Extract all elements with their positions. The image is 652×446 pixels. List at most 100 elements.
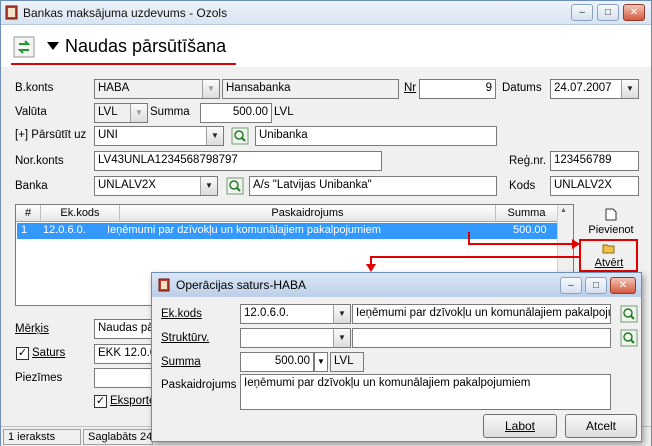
- red-arrow-line: [468, 243, 576, 245]
- column-header[interactable]: Summa: [496, 205, 558, 222]
- page-title: Naudas pārsūtīšana: [65, 36, 227, 56]
- dialog-ekkods-name-field: Ieņēmumi par dzīvokļu un komunālajiem pa…: [352, 304, 611, 324]
- app-book-icon: [158, 278, 170, 292]
- summa-field[interactable]: 500.00: [200, 103, 272, 123]
- search-icon[interactable]: [620, 305, 638, 323]
- minimize-button[interactable]: –: [571, 4, 593, 21]
- dialog-maximize-button[interactable]: □: [585, 277, 607, 294]
- eksports-checkbox[interactable]: ✓: [94, 395, 107, 408]
- merkis-label: Mērķis: [15, 323, 49, 335]
- atvert-label: Atvērt: [594, 257, 624, 269]
- atcelt-label: Atcelt: [585, 419, 616, 433]
- dialog-summa-label: Summa: [161, 356, 201, 368]
- pievienot-button[interactable]: Pievienot: [581, 208, 641, 240]
- app-book-icon: [5, 5, 18, 20]
- banka-code-value: UNLALV2X: [98, 179, 156, 191]
- dialog-strukturv-field[interactable]: ▼: [240, 328, 351, 348]
- parsutit-label[interactable]: [+] Pārsūtīt uz: [15, 129, 86, 141]
- nr-field[interactable]: 9: [419, 79, 496, 99]
- open-folder-icon: [602, 244, 615, 254]
- row-summa: 500.00: [513, 224, 547, 236]
- banka-label: Banka: [15, 180, 48, 192]
- table-row[interactable]: 1 12.0.6.0. Ieņēmumi par dzīvokļu un kom…: [17, 223, 557, 239]
- row-num: 1: [21, 224, 28, 236]
- atcelt-button[interactable]: Atcelt: [565, 414, 637, 438]
- dialog-paskaidrojums-label: Paskaidrojums: [161, 379, 237, 391]
- bkonts-name-field: Hansabanka: [222, 79, 399, 99]
- saturs-checkbox[interactable]: ✓: [16, 347, 29, 360]
- record-count: 1 ieraksts: [3, 429, 81, 445]
- chevron-down-icon[interactable]: ▼: [200, 177, 217, 195]
- red-arrow-head-icon: [572, 239, 580, 249]
- red-arrow-line: [370, 256, 580, 258]
- search-icon[interactable]: [620, 329, 638, 347]
- row-paskaidrojums: Ieņēmumi par dzīvokļu un komunālajiem pa…: [107, 224, 381, 236]
- new-document-icon: [605, 208, 617, 221]
- regnr-field[interactable]: 123456789: [550, 151, 639, 171]
- chevron-down-icon[interactable]: ▼: [315, 353, 327, 370]
- dialog-ekkods-code-field[interactable]: 12.0.6.0. ▼: [240, 304, 351, 324]
- dialog-title: Operācijas saturs-HABA: [176, 278, 307, 292]
- dialog-close-button[interactable]: ✕: [610, 277, 636, 294]
- dialog-strukturv-label: Struktūrv.: [161, 332, 210, 344]
- dialog-ekkods-label: Ek.kods: [161, 308, 202, 320]
- main-window: Bankas maksājuma uzdevums - Ozols – □ ✕ …: [0, 0, 652, 446]
- nr-label: Nr: [404, 82, 417, 94]
- caret-down-icon[interactable]: [47, 42, 59, 51]
- transfer-icon: [13, 36, 35, 58]
- chevron-down-icon[interactable]: ▼: [130, 104, 147, 122]
- search-icon[interactable]: [226, 177, 244, 195]
- page-header: Naudas pārsūtīšana: [1, 25, 651, 67]
- parsutit-code-value: UNI: [98, 129, 118, 141]
- summa-currency: LVL: [274, 106, 294, 118]
- banka-code-field[interactable]: UNLALV2X ▼: [94, 176, 218, 196]
- summa-label: Summa: [150, 106, 190, 118]
- eksports-label: Eksportē: [110, 395, 156, 407]
- bkonts-label: B.konts: [15, 82, 54, 94]
- datums-label: Datums: [502, 82, 542, 94]
- parsutit-code-field[interactable]: UNI ▼: [94, 126, 224, 146]
- close-button[interactable]: ✕: [623, 4, 645, 21]
- valuta-field[interactable]: LVL ▼: [94, 103, 148, 123]
- labot-button[interactable]: Labot: [483, 414, 557, 438]
- title-bar: Bankas maksājuma uzdevums - Ozols – □ ✕: [1, 1, 651, 25]
- dialog-summa-dropdown[interactable]: ▼: [314, 352, 328, 372]
- kods-field[interactable]: UNLALV2X: [550, 176, 639, 196]
- chevron-down-icon[interactable]: ▼: [202, 80, 219, 98]
- parsutit-name-field: Unibanka: [255, 126, 497, 146]
- dialog-paskaidrojums-textarea[interactable]: Ieņēmumi par dzīvokļu un komunālajiem pa…: [240, 374, 611, 410]
- valuta-label: Valūta: [15, 106, 47, 118]
- kods-label: Kods: [509, 180, 536, 192]
- saved-status: Saglabāts 24.: [83, 429, 153, 445]
- bkonts-code-field[interactable]: HABA ▼: [94, 79, 220, 99]
- window-title: Bankas maksājuma uzdevums - Ozols: [23, 6, 228, 20]
- column-header[interactable]: Paskaidrojums: [120, 205, 496, 222]
- maximize-button[interactable]: □: [597, 4, 619, 21]
- column-header[interactable]: #: [16, 205, 41, 222]
- chevron-down-icon[interactable]: ▼: [206, 127, 223, 145]
- red-arrow-head-icon: [366, 264, 376, 272]
- piezimes-label: Piezīmes: [15, 372, 63, 384]
- bkonts-code-value: HABA: [98, 82, 130, 94]
- chevron-down-icon[interactable]: ▼: [333, 305, 350, 323]
- title-underline: [11, 63, 236, 65]
- operation-dialog: Operācijas saturs-HABA – □ ✕ Ek.kods 12.…: [151, 272, 642, 442]
- chevron-down-icon[interactable]: ▼: [621, 80, 638, 98]
- column-header[interactable]: Ek.kods: [41, 205, 120, 222]
- datums-value: 24.07.2007: [554, 82, 612, 94]
- banka-name-field: A/s "Latvijas Unibanka": [249, 176, 497, 196]
- chevron-down-icon[interactable]: ▼: [333, 329, 350, 347]
- labot-label: Labot: [504, 419, 536, 433]
- dialog-strukturv-name-field: [352, 328, 611, 348]
- search-icon[interactable]: [231, 127, 249, 145]
- dialog-summa-field[interactable]: 500.00: [240, 352, 314, 372]
- datums-field[interactable]: 24.07.2007 ▼: [550, 79, 639, 99]
- regnr-label: Reģ.nr.: [509, 155, 547, 167]
- dialog-minimize-button[interactable]: –: [560, 277, 582, 294]
- pievienot-label: Pievienot: [588, 224, 634, 236]
- scroll-up-icon[interactable]: ▲: [560, 207, 567, 214]
- atvert-button[interactable]: Atvērt: [581, 242, 637, 270]
- row-ekkods: 12.0.6.0.: [43, 224, 86, 236]
- norkonts-field[interactable]: LV43UNLA1234568798797: [94, 151, 382, 171]
- norkonts-label: Nor.konts: [15, 155, 64, 167]
